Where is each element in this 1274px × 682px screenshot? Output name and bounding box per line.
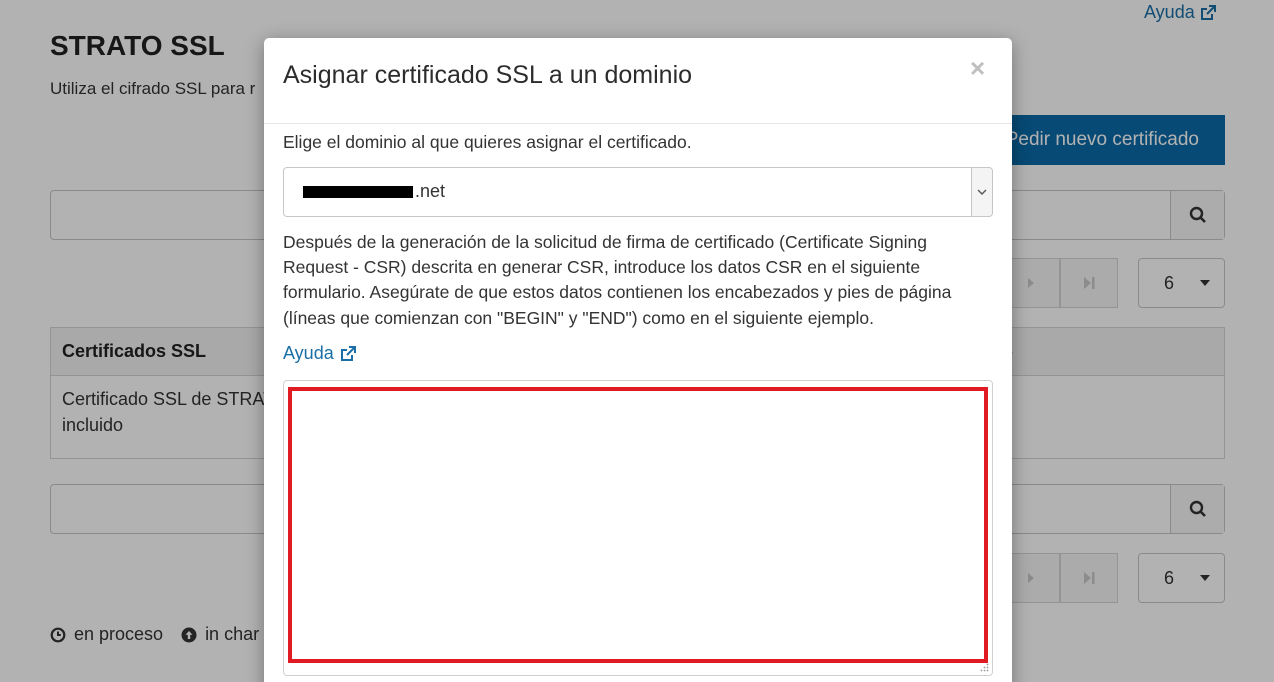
csr-highlight-box (288, 387, 988, 663)
external-link-icon (340, 345, 356, 361)
chevron-down-icon (977, 189, 987, 195)
domain-select-label: Elige el dominio al que quieres asignar … (283, 132, 692, 152)
domain-select-value: .net (303, 181, 445, 202)
select-arrow[interactable] (971, 168, 992, 216)
assign-certificate-dialog: Asignar certificado SSL a un dominio × E… (264, 38, 1012, 682)
dialog-title: Asignar certificado SSL a un dominio (283, 61, 693, 89)
domain-suffix: .net (415, 181, 446, 201)
close-icon[interactable]: × (970, 55, 985, 81)
dialog-divider (264, 123, 1012, 124)
csr-instructions: Después de la generación de la solicitud… (283, 232, 952, 328)
help-link[interactable]: Ayuda (283, 343, 356, 364)
domain-select[interactable]: .net (283, 167, 993, 217)
help-link-label: Ayuda (283, 343, 334, 363)
resize-handle-icon[interactable] (980, 663, 989, 672)
csr-textarea[interactable] (283, 380, 993, 676)
